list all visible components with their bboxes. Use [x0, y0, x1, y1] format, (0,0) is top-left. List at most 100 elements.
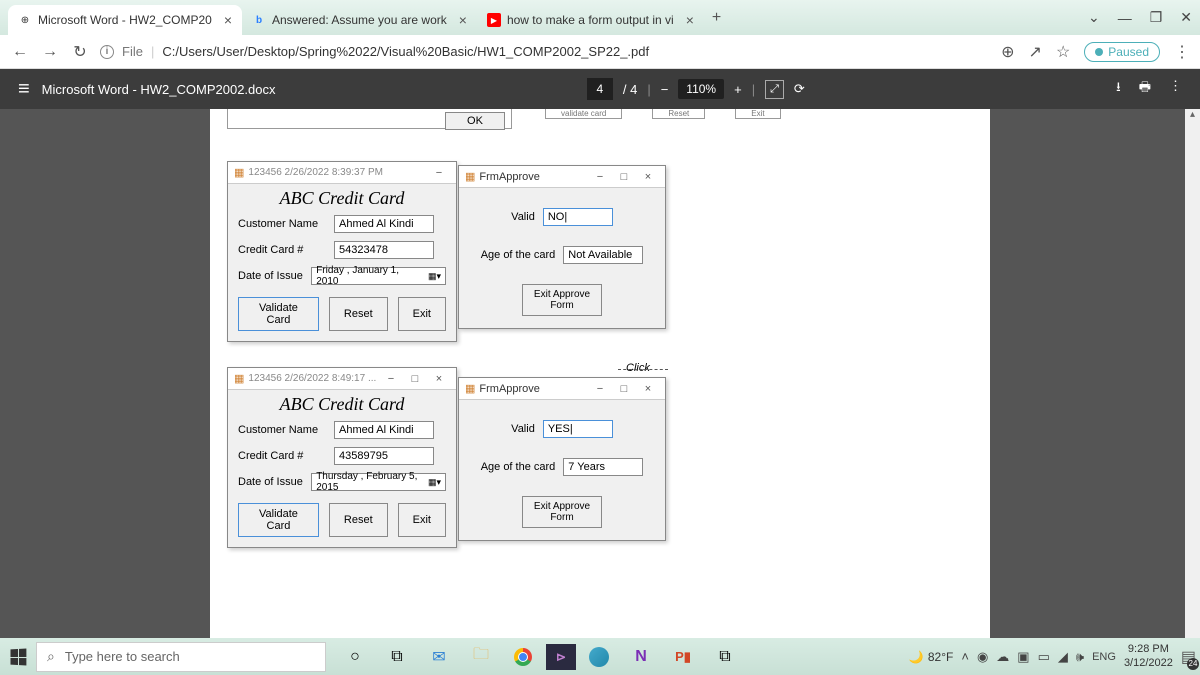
ok-button[interactable]: OK — [445, 112, 505, 130]
zoom-in-icon[interactable]: + — [734, 82, 742, 97]
taskbar-search[interactable]: ⌕ Type here to search — [36, 642, 326, 672]
label-date: Date of Issue — [238, 476, 305, 488]
language-indicator[interactable]: ENG — [1092, 651, 1116, 663]
scroll-up-icon[interactable]: ▴ — [1185, 109, 1200, 123]
zoom-level[interactable]: 110% — [678, 79, 724, 99]
page-number-input[interactable] — [587, 78, 613, 100]
close-icon[interactable]: × — [459, 12, 467, 28]
hamburger-icon[interactable]: ≡ — [18, 78, 30, 101]
star-icon[interactable]: ☆ — [1056, 42, 1070, 62]
mail-icon[interactable]: ✉ — [420, 642, 458, 672]
taskview2-icon[interactable]: ⧉ — [706, 642, 744, 672]
approve2-titlebar[interactable]: ▦ FrmApprove − □ × — [459, 378, 665, 400]
input-customer-name[interactable] — [334, 421, 434, 439]
input-age[interactable] — [563, 246, 643, 264]
task-view-icon[interactable]: ⧉ — [378, 642, 416, 672]
new-tab-button[interactable]: + — [712, 9, 721, 27]
validate-button[interactable]: Validate Card — [238, 503, 319, 537]
clock[interactable]: 9:28 PM 3/12/2022 — [1124, 643, 1173, 669]
kebab-menu-icon[interactable]: ⋮ — [1174, 42, 1190, 62]
maximize-icon[interactable]: □ — [404, 370, 426, 388]
calendar-icon[interactable]: ▦▾ — [428, 477, 441, 488]
input-date-issue[interactable]: Friday , January 1, 2010 ▦▾ — [311, 267, 446, 285]
notifications-icon[interactable]: ▤ 24 — [1181, 647, 1196, 667]
zoom-out-icon[interactable]: − — [661, 82, 669, 97]
maximize-icon[interactable]: □ — [613, 380, 635, 398]
chevron-down-icon[interactable]: ⌄ — [1088, 9, 1100, 26]
weather-widget[interactable]: 🌙 82°F — [909, 650, 953, 664]
form-abc-2: ▦ 123456 2/26/2022 8:49:17 ... − □ × ABC… — [227, 367, 457, 548]
exit-button[interactable]: Exit — [398, 503, 446, 537]
pdf-viewport[interactable]: OK validate card Reset Exit ▦ 123456 2/2… — [0, 109, 1200, 638]
vertical-scrollbar[interactable]: ▴ — [1185, 109, 1200, 638]
url-field[interactable]: i File | C:/Users/User/Desktop/Spring%20… — [100, 44, 991, 59]
camera-icon[interactable]: ◉ — [977, 649, 988, 665]
minimize-icon[interactable]: − — [589, 380, 611, 398]
exit-button[interactable]: Exit — [398, 297, 446, 331]
form2-titlebar[interactable]: ▦ 123456 2/26/2022 8:49:17 ... − □ × — [228, 368, 456, 390]
print-icon[interactable]: 🖶 — [1139, 78, 1151, 100]
rotate-icon[interactable]: ⟳ — [794, 81, 805, 97]
input-credit-card[interactable] — [334, 447, 434, 465]
back-icon[interactable]: ← — [10, 43, 30, 61]
exit-approve-button[interactable]: Exit Approve Form — [522, 284, 602, 316]
more-icon[interactable]: ⋮ — [1169, 78, 1182, 100]
close-icon[interactable]: × — [637, 380, 659, 398]
validate-button[interactable]: Validate Card — [238, 297, 319, 331]
powerpoint-icon[interactable]: P▮ — [664, 642, 702, 672]
forward-icon[interactable]: → — [40, 43, 60, 61]
wifi-icon[interactable]: ◢ — [1058, 649, 1068, 665]
fit-page-icon[interactable]: ⤢ — [765, 80, 784, 99]
tab-3[interactable]: ▶ how to make a form output in vi × — [477, 5, 704, 35]
app-icon[interactable] — [580, 642, 618, 672]
close-icon[interactable]: × — [428, 370, 450, 388]
input-customer-name[interactable] — [334, 215, 434, 233]
maximize-icon[interactable]: □ — [613, 168, 635, 186]
approve1-titlebar[interactable]: ▦ FrmApprove − □ × — [459, 166, 665, 188]
meet-icon[interactable]: ▣ — [1017, 649, 1029, 665]
battery-icon[interactable]: ▭ — [1038, 649, 1050, 665]
input-valid[interactable] — [543, 208, 613, 226]
cloud-icon[interactable]: ☁ — [996, 649, 1009, 665]
form2-heading: ABC Credit Card — [238, 394, 446, 415]
reload-icon[interactable]: ↻ — [70, 42, 90, 62]
start-button[interactable] — [4, 643, 32, 671]
tab-label: Answered: Assume you are work — [272, 13, 447, 27]
close-icon[interactable]: × — [224, 12, 232, 28]
label-cc: Credit Card # — [238, 450, 328, 462]
reset-button[interactable]: Reset — [329, 297, 388, 331]
input-credit-card[interactable] — [334, 241, 434, 259]
calendar-icon[interactable]: ▦▾ — [428, 271, 441, 282]
cortana-icon[interactable]: ○ — [336, 642, 374, 672]
form1-titlebar[interactable]: ▦ 123456 2/26/2022 8:39:37 PM − — [228, 162, 456, 184]
info-icon[interactable]: i — [100, 45, 114, 59]
profile-paused-badge[interactable]: Paused — [1084, 42, 1160, 62]
volume-icon[interactable]: 🕪 — [1076, 649, 1084, 665]
minimize-icon[interactable]: − — [428, 164, 450, 182]
vs-icon[interactable]: ⊳ — [546, 644, 576, 670]
minimize-icon[interactable]: − — [589, 168, 611, 186]
tab-2[interactable]: b Answered: Assume you are work × — [242, 5, 477, 35]
minimize-icon[interactable]: — — [1118, 10, 1132, 26]
share-icon[interactable]: ↗ — [1029, 42, 1042, 62]
chevron-up-icon[interactable]: ˄ — [961, 649, 969, 664]
onenote-icon[interactable]: N — [622, 642, 660, 672]
label-date: Date of Issue — [238, 270, 305, 282]
maximize-icon[interactable]: ❐ — [1150, 9, 1163, 26]
tab-1[interactable]: ⊕ Microsoft Word - HW2_COMP20 × — [8, 5, 242, 35]
reset-button[interactable]: Reset — [329, 503, 388, 537]
chrome-icon[interactable] — [504, 642, 542, 672]
explorer-icon[interactable]: 🗀 — [462, 642, 500, 672]
input-valid[interactable] — [543, 420, 613, 438]
close-window-icon[interactable]: ✕ — [1180, 9, 1192, 26]
close-icon[interactable]: × — [686, 12, 694, 28]
download-icon[interactable]: ⭳ — [1116, 78, 1121, 100]
dot-icon — [1095, 48, 1103, 56]
input-date-issue[interactable]: Thursday , February 5, 2015 ▦▾ — [311, 473, 446, 491]
minimize-icon[interactable]: − — [380, 370, 402, 388]
exit-approve-button[interactable]: Exit Approve Form — [522, 496, 602, 528]
close-icon[interactable]: × — [637, 168, 659, 186]
input-age[interactable] — [563, 458, 643, 476]
zoom-icon[interactable]: ⊕ — [1001, 42, 1014, 62]
youtube-icon: ▶ — [487, 13, 501, 27]
